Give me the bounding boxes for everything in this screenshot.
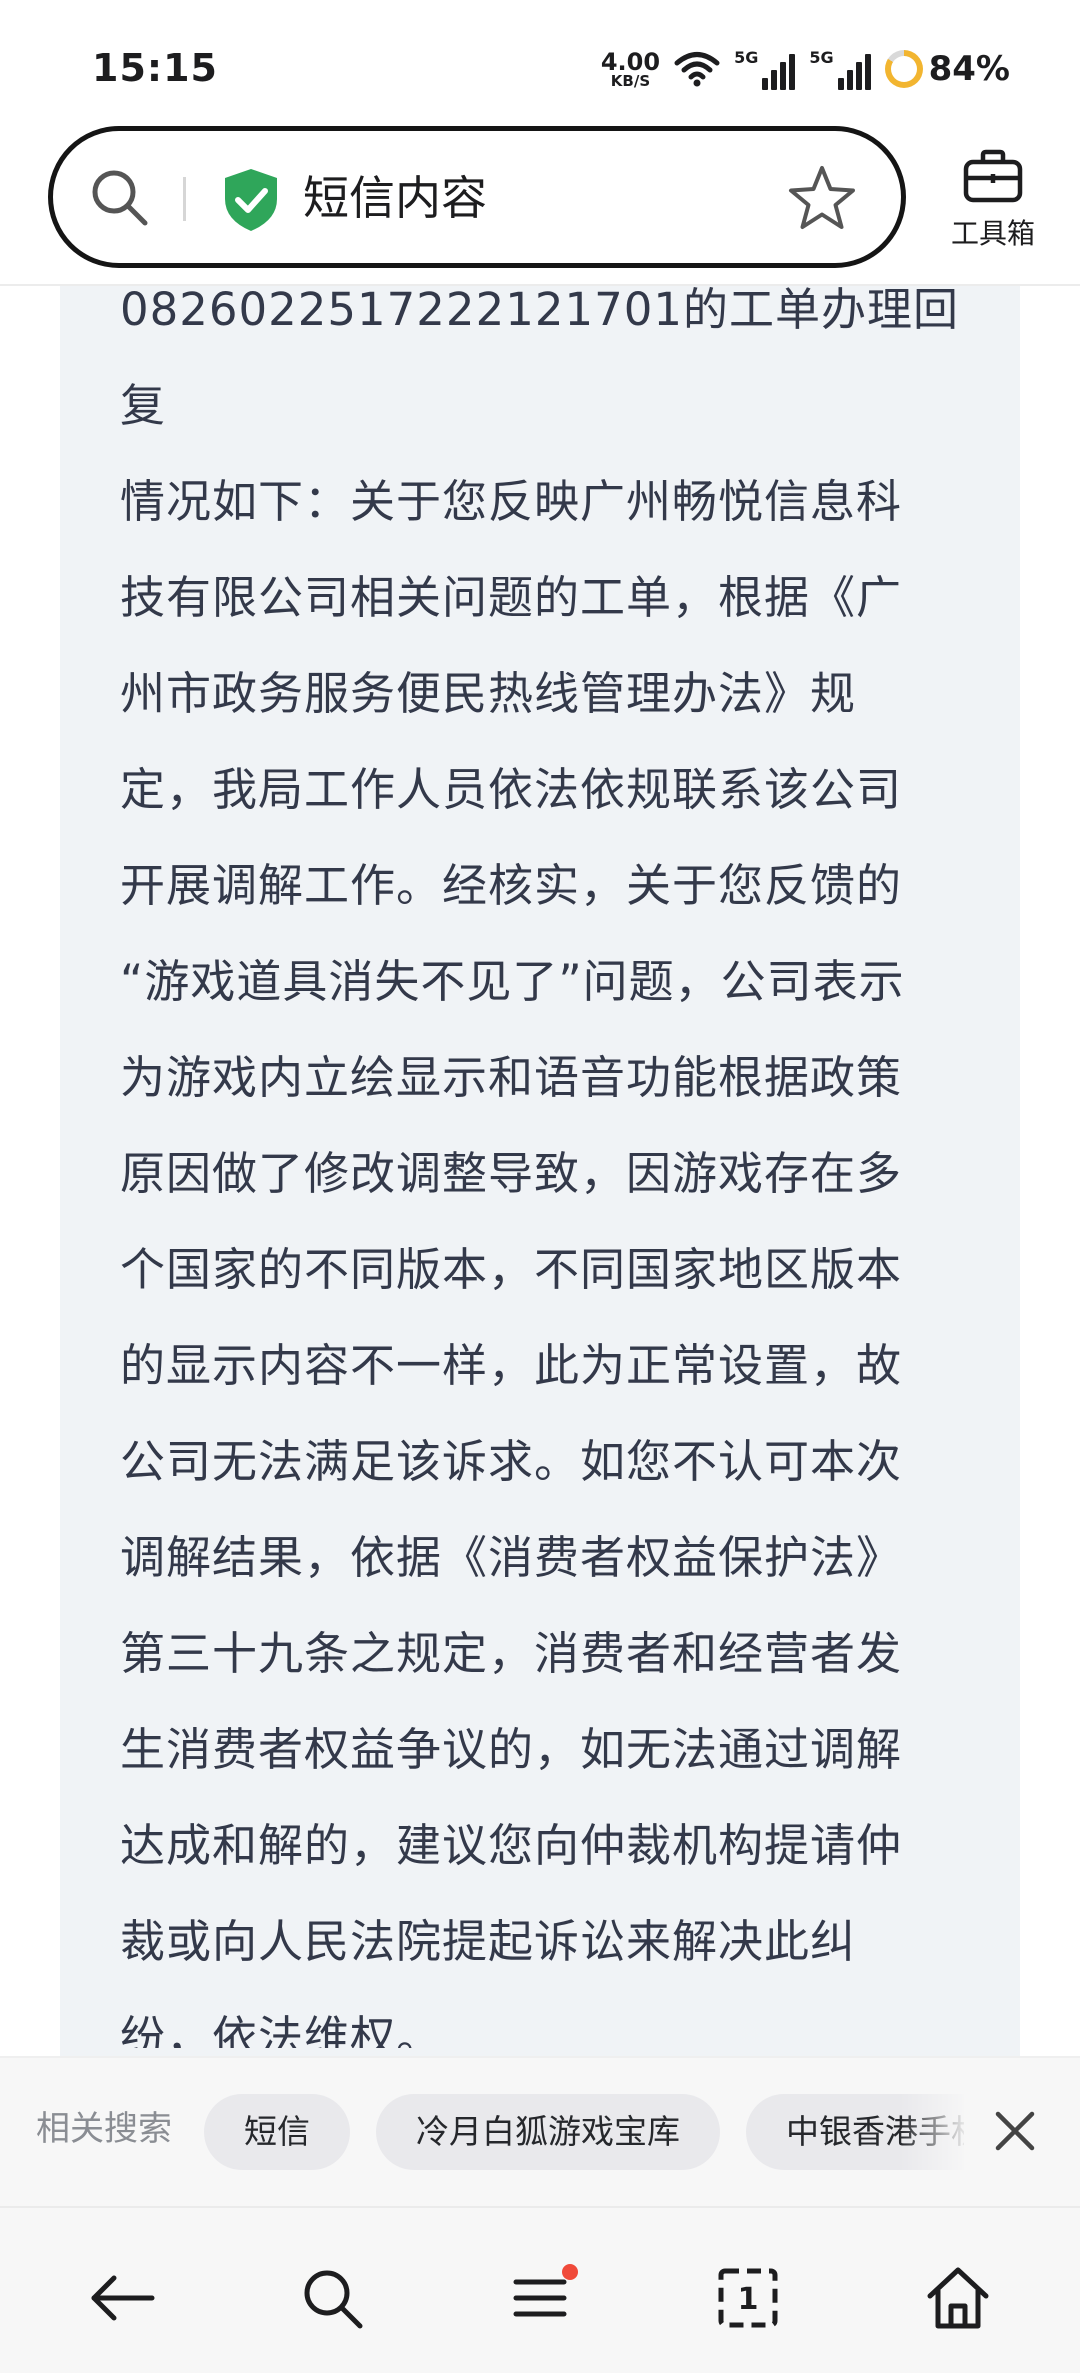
sms-message-text: 0826022517222121701的工单办理回复 情况如下：关于您反映广州畅… bbox=[120, 286, 1000, 2048]
related-chip-sms[interactable]: 短信 bbox=[204, 2094, 350, 2170]
message-line: 第三十九条之规定，消费者和经营者发 bbox=[120, 1627, 903, 1680]
tabs-icon: 1 bbox=[718, 2268, 778, 2328]
battery-percent: 84% bbox=[928, 49, 1010, 89]
wifi-icon bbox=[674, 52, 720, 87]
search-nav-button[interactable] bbox=[292, 2258, 372, 2338]
search-bar[interactable]: 短信内容 bbox=[48, 126, 906, 268]
sim1-network-label: 5G bbox=[734, 48, 759, 67]
network-speed-unit: KB/S bbox=[610, 71, 651, 90]
tab-count: 1 bbox=[738, 2282, 759, 2317]
related-search-label: 相关搜索 bbox=[36, 2109, 172, 2149]
content-scroll-area[interactable]: 0826022517222121701的工单办理回复 情况如下：关于您反映广州畅… bbox=[0, 286, 1080, 2056]
search-icon bbox=[304, 2270, 363, 2329]
message-line: 州市政务服务便民热线管理办法》规 bbox=[120, 667, 857, 720]
message-line: 原因做了修改调整导致，因游戏存在多 bbox=[120, 1147, 903, 1200]
back-arrow-icon bbox=[91, 2275, 155, 2321]
status-bar: 15:15 4.00 KB/S 5G 5G 84% bbox=[0, 0, 1080, 125]
network-speed-value: 4.00 bbox=[600, 47, 661, 76]
message-card-body: 0826022517222121701的工单办理回复 情况如下：关于您反映广州畅… bbox=[60, 286, 1020, 2048]
search-divider bbox=[183, 177, 186, 221]
toolbox-icon bbox=[963, 149, 1023, 203]
search-icon[interactable] bbox=[87, 165, 151, 229]
message-line: “游戏道具消失不见了”问题，公司表示 bbox=[120, 955, 905, 1008]
home-icon bbox=[927, 2267, 989, 2329]
message-line: 定，我局工作人员依法依规联系该公司 bbox=[120, 763, 903, 816]
message-line: 纷，依法维权。 bbox=[120, 2011, 443, 2048]
message-line: 0826022517222121701的工单办理回复 bbox=[120, 286, 959, 432]
bottom-navigation: 1 bbox=[0, 2206, 1080, 2373]
battery-indicator: 84% bbox=[884, 49, 1010, 89]
message-line: 生消费者权益争议的，如无法通过调解 bbox=[120, 1723, 903, 1776]
message-line: 调解结果，依据《消费者权益保护法》 bbox=[120, 1531, 903, 1584]
favorite-star-icon[interactable] bbox=[787, 163, 857, 233]
search-query-text[interactable]: 短信内容 bbox=[303, 165, 487, 231]
toolbox-label: 工具箱 bbox=[950, 217, 1035, 250]
message-line: 个国家的不同版本，不同国家地区版本 bbox=[120, 1243, 903, 1296]
message-line: 达成和解的，建议您向仲裁机构提请仲 bbox=[120, 1819, 903, 1872]
battery-ring-icon bbox=[884, 50, 923, 88]
back-button[interactable] bbox=[82, 2258, 162, 2338]
toolbox-button[interactable]: 工具箱 bbox=[928, 148, 1058, 258]
message-line: 情况如下：关于您反映广州畅悦信息科 bbox=[120, 475, 903, 528]
message-line: 公司无法满足该诉求。如您不认可本次 bbox=[120, 1435, 903, 1488]
notification-dot bbox=[562, 2264, 578, 2280]
message-line: 的显示内容不一样，此为正常设置，故 bbox=[120, 1339, 903, 1392]
security-shield-icon bbox=[225, 169, 277, 231]
sms-message-card: 0826022517222121701的工单办理回复 情况如下：关于您反映广州畅… bbox=[60, 286, 1020, 2056]
message-line: 技有限公司相关问题的工单，根据《广 bbox=[120, 571, 903, 624]
message-line: 裁或向人民法院提起诉讼来解决此纠 bbox=[120, 1915, 857, 1968]
message-line: 为游戏内立绘显示和语音功能根据政策 bbox=[120, 1051, 903, 1104]
close-icon[interactable] bbox=[992, 2108, 1038, 2154]
related-search-chips[interactable]: 短信 冷月白狐游戏宝库 中银香港手机银行 bbox=[204, 2094, 964, 2170]
status-time: 15:15 bbox=[92, 46, 218, 90]
signal-sim2-icon: 5G bbox=[809, 48, 871, 90]
home-button[interactable] bbox=[918, 2258, 998, 2338]
sim2-network-label: 5G bbox=[809, 48, 834, 67]
status-indicators: 4.00 KB/S 5G 5G 84% bbox=[601, 44, 1010, 94]
related-chip-game-library[interactable]: 冷月白狐游戏宝库 bbox=[376, 2094, 720, 2170]
network-speed: 4.00 KB/S bbox=[601, 50, 660, 89]
menu-button[interactable] bbox=[500, 2258, 580, 2338]
signal-sim1-icon: 5G bbox=[734, 48, 796, 90]
chips-fade-overlay bbox=[900, 2094, 970, 2170]
message-line: 开展调解工作。经核实，关于您反馈的 bbox=[120, 859, 903, 912]
related-search-bar: 相关搜索 短信 冷月白狐游戏宝库 中银香港手机银行 bbox=[0, 2056, 1080, 2206]
tabs-button[interactable]: 1 bbox=[708, 2258, 788, 2338]
